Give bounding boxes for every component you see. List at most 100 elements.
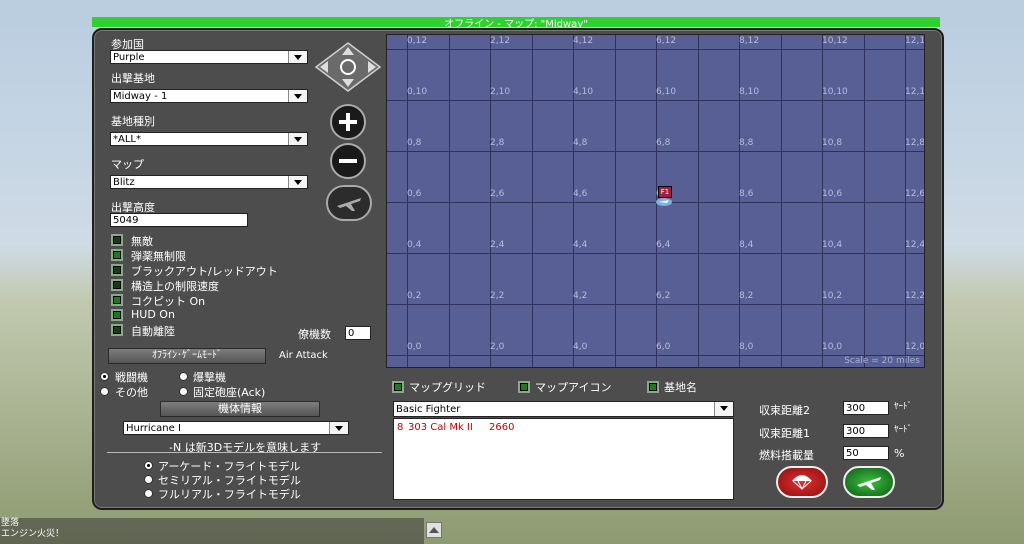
grid-coordinate: 10,6 <box>822 189 843 199</box>
aircraft-info-button[interactable]: 機体情報 <box>160 401 320 417</box>
checkbox-icon <box>111 309 123 321</box>
fuel-input[interactable]: 50 <box>843 446 889 460</box>
grid-line <box>387 304 924 305</box>
grid-line <box>387 100 924 101</box>
grid-coordinate: 8,2 <box>739 291 754 301</box>
convergence1-unit: ﾔｰﾄﾞ <box>894 425 913 435</box>
checkbox-icon <box>111 264 123 276</box>
chat-scroll-up-button[interactable] <box>426 522 442 538</box>
wingmen-input[interactable]: 0 <box>345 326 371 340</box>
chat-line: 墜落 <box>1 518 20 528</box>
grid-coordinate: 8,12 <box>739 36 760 46</box>
convergence2-label: 収束距離2 <box>759 404 810 417</box>
chevron-down-icon <box>288 90 307 102</box>
grid-coordinate: 6,12 <box>656 36 677 46</box>
base-type-select[interactable]: *ALL* <box>110 132 308 146</box>
grid-coordinate: 12,12 <box>905 36 925 46</box>
grid-coordinate: 0,2 <box>407 291 422 301</box>
convergence1-input[interactable]: 300 <box>843 424 889 438</box>
grid-coordinate: 6,0 <box>656 342 671 352</box>
aircraft-focus-button[interactable] <box>326 185 372 221</box>
plus-icon <box>339 113 357 131</box>
map-icons-toggle[interactable] <box>518 381 530 393</box>
radio-ack-label: 固定砲座(Ack) <box>193 386 266 399</box>
grid-line <box>739 35 740 367</box>
altitude-input[interactable]: 5049 <box>110 213 248 227</box>
base-marker[interactable]: F1 <box>655 186 673 208</box>
option-label: 弾薬無制限 <box>131 250 186 263</box>
grid-coordinate: 8,4 <box>739 240 754 250</box>
map-grid-toggle-label: マップグリッド <box>409 381 486 394</box>
radio-other[interactable] <box>100 387 109 396</box>
grid-coordinate: 4,12 <box>573 36 594 46</box>
pan-control[interactable] <box>314 41 382 93</box>
fuel-label: 燃料搭載量 <box>759 449 814 462</box>
map-select[interactable]: Blitz <box>110 175 308 189</box>
armament-row[interactable]: 8 303 Cal Mk II 2660 <box>394 422 733 436</box>
grid-coordinate: 10,8 <box>822 138 843 148</box>
pan-arrows-icon <box>314 42 382 92</box>
radio-fighter[interactable] <box>100 372 109 381</box>
radio-bomber[interactable] <box>179 372 188 381</box>
grid-coordinate: 2,4 <box>490 240 505 250</box>
zoom-in-button[interactable] <box>330 104 366 140</box>
zoom-out-button[interactable] <box>330 143 366 179</box>
radio-arcade[interactable] <box>144 461 153 470</box>
base-type-value: *ALL* <box>113 134 141 145</box>
radio-semireal[interactable] <box>144 475 153 484</box>
grid-coordinate: 10,12 <box>822 36 848 46</box>
grid-coordinate: 12,8 <box>905 138 925 148</box>
loadout-select[interactable]: Basic Fighter <box>393 401 734 417</box>
grid-coordinate: 4,8 <box>573 138 588 148</box>
grid-coordinate: 6,2 <box>656 291 671 301</box>
map-icons-toggle-label: マップアイコン <box>535 381 612 394</box>
convergence2-input[interactable]: 300 <box>843 401 889 415</box>
map-scale: Scale = 20 miles <box>844 356 920 366</box>
base-names-toggle-label: 基地名 <box>664 381 697 394</box>
wingmen-label: 僚機数 <box>298 328 331 341</box>
grid-line <box>387 253 924 254</box>
grid-coordinate: 10,10 <box>822 87 848 97</box>
grid-coordinate: 10,0 <box>822 342 843 352</box>
radio-ack[interactable] <box>179 387 188 396</box>
chat-log: 墜落 エンジン火災！ <box>0 518 424 544</box>
checkbox-icon <box>111 324 123 336</box>
bailout-button[interactable] <box>776 466 828 498</box>
airplane-icon <box>857 477 881 490</box>
option-label: 構造上の制限速度 <box>131 280 219 293</box>
grid-line <box>698 35 699 367</box>
airfield-icon <box>656 198 672 206</box>
grid-coordinate: 6,10 <box>656 87 677 97</box>
base-names-toggle[interactable] <box>647 381 659 393</box>
grid-line <box>905 35 906 367</box>
base-select[interactable]: Midway - 1 <box>110 89 308 103</box>
fuel-unit: % <box>894 447 905 460</box>
grid-coordinate: 8,8 <box>739 138 754 148</box>
grid-coordinate: 10,2 <box>822 291 843 301</box>
fly-button[interactable] <box>843 466 895 498</box>
grid-line <box>864 35 865 367</box>
grid-coordinate: 6,8 <box>656 138 671 148</box>
grid-line <box>449 35 450 367</box>
country-select[interactable]: Purple <box>110 50 308 64</box>
grid-line <box>781 35 782 367</box>
grid-coordinate: 4,2 <box>573 291 588 301</box>
armament-weapon: 303 Cal Mk II <box>408 422 473 433</box>
aircraft-select[interactable]: Hurricane I <box>123 421 349 435</box>
loadout-value: Basic Fighter <box>396 404 461 415</box>
map-grid-toggle[interactable] <box>392 381 404 393</box>
chevron-down-icon <box>288 176 307 188</box>
map-view[interactable]: 0,12 2,12 4,12 6,12 8,12 10,12 12,12 0,10 2,10 4,… <box>386 34 925 368</box>
grid-coordinate: 12,6 <box>905 189 925 199</box>
grid-coordinate: 10,4 <box>822 240 843 250</box>
armament-ammo: 2660 <box>489 422 515 433</box>
radio-fullreal[interactable] <box>144 489 153 498</box>
map-value: Blitz <box>113 177 135 188</box>
game-mode-button[interactable]: ｵﾌﾗｲﾝ･ｹﾞｰﾑﾓｰﾄﾞ <box>108 348 266 364</box>
grid-coordinate: 0,4 <box>407 240 422 250</box>
armament-list[interactable]: 8 303 Cal Mk II 2660 <box>393 418 734 500</box>
grid-line <box>407 35 408 367</box>
grid-coordinate: 12,0 <box>905 342 925 352</box>
divider <box>107 452 382 453</box>
grid-coordinate: 0,12 <box>407 36 428 46</box>
